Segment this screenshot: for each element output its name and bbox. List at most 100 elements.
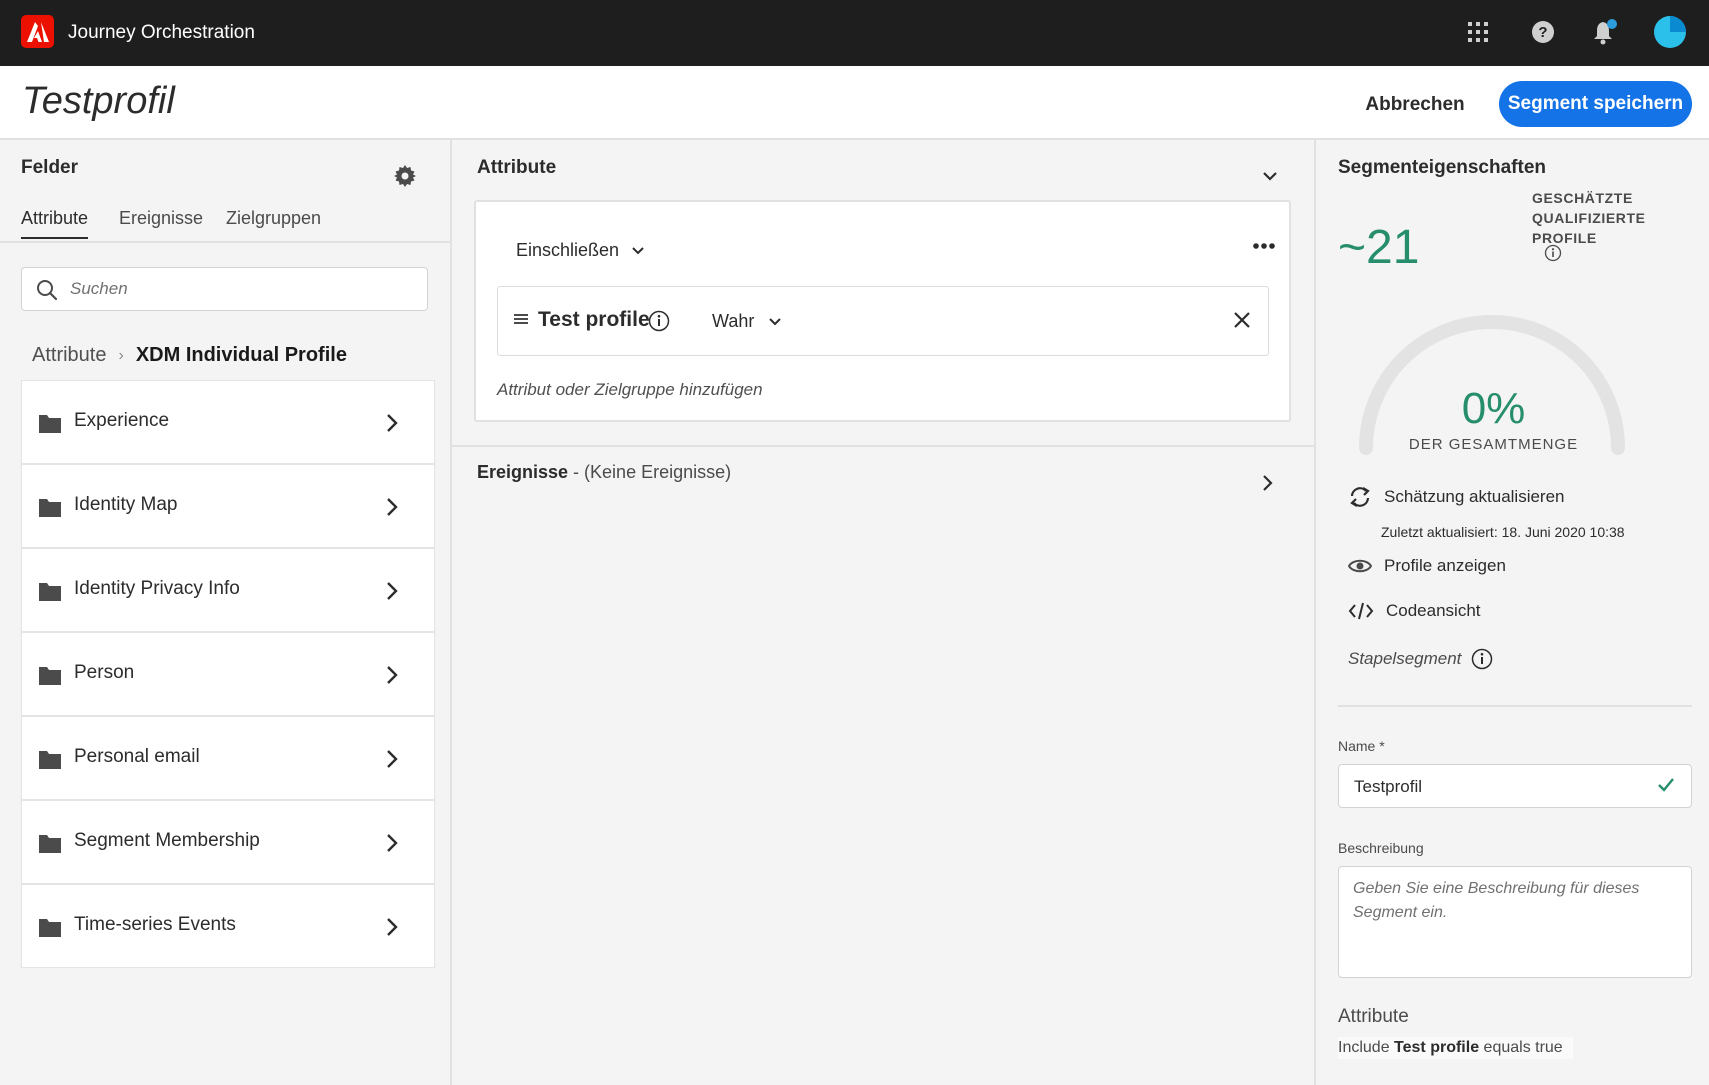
drag-handle-icon[interactable] [514,313,528,325]
page-title: Testprofil [22,80,175,122]
rule-value: Wahr [712,311,755,331]
rule-row[interactable]: Test profile Wahr [497,286,1269,356]
apps-grid-icon[interactable] [1460,14,1496,50]
add-attribute-hint[interactable]: Attribut oder Zielgruppe hinzufügen [497,380,763,400]
info-icon[interactable] [648,310,670,332]
properties-divider [1338,705,1692,707]
chevron-right-icon[interactable] [386,917,398,937]
folder-icon [39,835,61,853]
search-box[interactable] [21,267,428,311]
tab-ereignisse[interactable]: Ereignisse [119,208,203,237]
field-list: Experience Identity Map Identity Privacy… [21,380,435,968]
help-icon[interactable]: ? [1525,14,1561,50]
field-item-label: Experience [74,410,170,431]
save-segment-button[interactable]: Segment speichern [1499,81,1692,127]
name-field-label: Name * [1338,738,1385,754]
description-input[interactable] [1353,877,1673,967]
field-item-label: Segment Membership [74,830,260,851]
chevron-down-icon[interactable] [1262,170,1278,182]
settings-gear-icon[interactable] [393,164,417,188]
app-title[interactable]: Journey Orchestration [68,22,255,44]
field-item-identity-privacy-info[interactable]: Identity Privacy Info [21,548,435,632]
tab-zielgruppen[interactable]: Zielgruppen [226,208,321,237]
field-item-identity-map[interactable]: Identity Map [21,464,435,548]
tab-attribute[interactable]: Attribute [21,208,89,239]
cancel-button[interactable]: Abbrechen [1350,84,1480,126]
include-label: Einschließen [516,240,620,260]
view-profiles-label: Profile anzeigen [1384,556,1506,575]
section-divider [452,445,1314,447]
chevron-right-icon[interactable] [386,497,398,517]
field-item-label: Identity Map [74,494,178,515]
field-item-label: Personal email [74,746,200,767]
breadcrumb-parent[interactable]: Attribute [32,344,106,367]
chevron-down-icon [769,317,782,325]
refresh-icon [1350,487,1370,507]
last-updated-text: Zuletzt aktualisiert: 18. Juni 2020 10:3… [1381,524,1625,540]
rule-value-dropdown[interactable]: Wahr [712,311,782,332]
notifications-bell-icon[interactable] [1587,14,1623,50]
info-icon[interactable] [1471,648,1493,670]
field-item-experience[interactable]: Experience [21,380,435,464]
name-field[interactable] [1338,764,1692,808]
more-options-icon[interactable] [1252,242,1276,250]
breadcrumb: Attribute › XDM Individual Profile [32,344,347,367]
chevron-down-icon [632,246,644,254]
search-input[interactable] [70,276,410,302]
properties-heading: Segmenteigenschaften [1338,157,1546,178]
summary-prefix: Include [1338,1039,1395,1056]
segment-summary: Include Test profile equals true [1338,1037,1573,1059]
chevron-right-icon[interactable] [386,665,398,685]
include-dropdown[interactable]: Einschließen [516,240,645,261]
refresh-estimate-button[interactable]: Schätzung aktualisieren [1348,486,1565,508]
chevron-right-icon[interactable] [1262,474,1274,492]
summary-field: Test profile [1394,1039,1480,1056]
folder-icon [39,583,61,601]
fields-panel: Felder Attribute Ereignisse Zielgruppen … [0,140,452,1085]
gauge-label: DER GESAMTMENGE [1408,436,1579,453]
chevron-right-icon[interactable] [386,581,398,601]
checkmark-icon [1658,778,1674,792]
tabs-divider [0,241,450,243]
fields-tabs: Attribute Ereignisse Zielgruppen [21,208,452,244]
field-item-label: Time-series Events [74,914,236,935]
batch-segment-label: Stapelsegment [1348,649,1462,668]
field-item-time-series-events[interactable]: Time-series Events [21,884,435,968]
refresh-estimate-label: Schätzung aktualisieren [1384,487,1565,506]
page-header: Testprofil Abbrechen Segment speichern [0,66,1709,140]
field-item-segment-membership[interactable]: Segment Membership [21,800,435,884]
field-item-label: Identity Privacy Info [74,578,240,599]
events-heading: Ereignisse [477,462,569,482]
batch-segment-indicator: Stapelsegment [1348,648,1493,670]
folder-icon [39,751,61,769]
events-section-header[interactable]: Ereignisse - (Keine Ereignisse) [477,462,731,483]
chevron-right-icon[interactable] [386,413,398,433]
chevron-right-icon[interactable] [386,833,398,853]
events-note: - (Keine Ereignisse) [568,462,732,482]
app-topbar: Journey Orchestration ? [0,0,1709,66]
svg-text:?: ? [1538,24,1547,41]
description-field-label: Beschreibung [1338,840,1424,856]
view-profiles-button[interactable]: Profile anzeigen [1348,556,1506,576]
name-input[interactable] [1354,774,1644,800]
description-field[interactable] [1338,866,1692,978]
estimated-profiles-count: ~21 [1338,221,1420,274]
folder-icon [39,667,61,685]
info-icon[interactable] [1544,244,1562,262]
attribute-container: Einschließen Test profile Wahr Attribut … [474,200,1291,422]
adobe-logo-icon[interactable] [21,15,54,48]
estimated-profiles-label: GESCHÄTZTE QUALIFIZIERTE PROFILE [1532,190,1646,246]
code-view-label: Codeansicht [1386,601,1481,620]
field-item-person[interactable]: Person [21,632,435,716]
close-icon[interactable] [1233,311,1251,329]
field-item-personal-email[interactable]: Personal email [21,716,435,800]
user-avatar[interactable] [1652,14,1688,50]
summary-suffix: equals true [1479,1039,1563,1056]
folder-icon [39,415,61,433]
folder-icon [39,499,61,517]
code-view-button[interactable]: Codeansicht [1348,601,1481,621]
segment-canvas: Attribute Einschließen Test profile Wahr… [452,140,1316,1085]
breadcrumb-current: XDM Individual Profile [135,344,347,366]
chevron-right-icon[interactable] [386,749,398,769]
gauge-percent: 0% [1461,384,1526,433]
